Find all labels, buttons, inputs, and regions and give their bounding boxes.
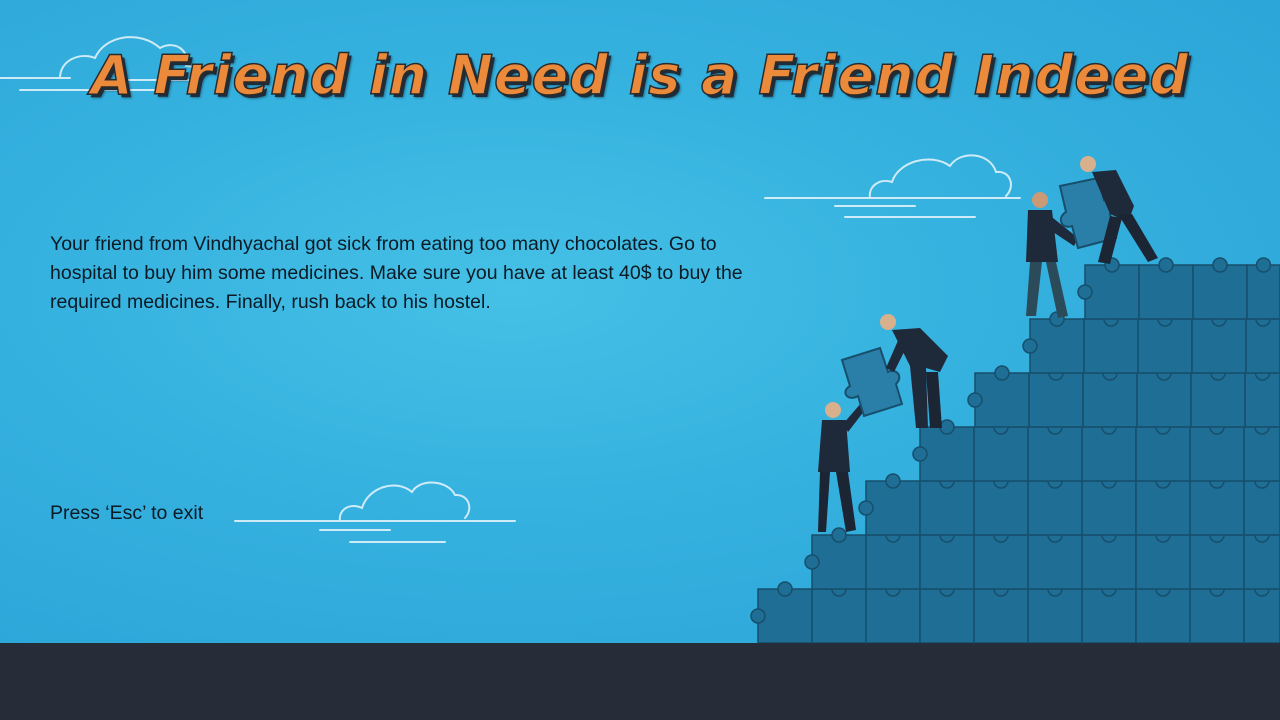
puzzle-piece (1243, 480, 1280, 536)
puzzle-piece (1082, 372, 1138, 428)
puzzle-piece (1189, 426, 1245, 482)
puzzle-piece (973, 480, 1029, 536)
puzzle-piece (865, 588, 921, 643)
puzzle-knob (831, 527, 847, 543)
puzzle-knob (777, 581, 793, 597)
cloud-outline (234, 481, 516, 543)
puzzle-piece (1189, 480, 1245, 536)
puzzle-piece (1243, 426, 1280, 482)
puzzle-piece (1135, 426, 1191, 482)
puzzle-knob (939, 419, 955, 435)
puzzle-piece (865, 480, 921, 536)
puzzle-piece (1137, 318, 1193, 374)
puzzle-knob (885, 473, 901, 489)
puzzle-piece (919, 426, 975, 482)
puzzle-piece (1027, 480, 1083, 536)
puzzle-piece (1189, 534, 1245, 590)
puzzle-knob (1255, 257, 1272, 273)
puzzle-knob (994, 365, 1010, 381)
puzzle-piece (1081, 534, 1137, 590)
puzzle-piece (1135, 534, 1191, 590)
puzzle-piece (1245, 318, 1280, 374)
puzzle-piece (974, 372, 1030, 428)
puzzle-piece (973, 588, 1029, 643)
puzzle-knob (1158, 257, 1174, 273)
puzzle-piece (1191, 318, 1247, 374)
puzzle-piece (1081, 426, 1137, 482)
puzzle-piece (1027, 588, 1083, 643)
puzzle-piece (1246, 264, 1280, 320)
puzzle-piece (1189, 588, 1245, 643)
game-scene: A Friend in Need is a Friend Indeed Your… (0, 0, 1280, 643)
puzzle-piece (1190, 372, 1246, 428)
puzzle-knob (967, 392, 983, 408)
puzzle-knob (858, 500, 874, 516)
puzzle-knob (1212, 257, 1228, 273)
mission-description: Your friend from Vindhyachal got sick fr… (50, 233, 743, 313)
puzzle-piece (1029, 318, 1085, 374)
puzzle-piece (919, 534, 975, 590)
puzzle-knob (750, 608, 766, 624)
puzzle-piece (1244, 372, 1280, 428)
puzzle-piece (919, 588, 975, 643)
puzzle-piece (919, 480, 975, 536)
puzzle-piece (973, 534, 1029, 590)
game-title: A Friend in Need is a Friend Indeed (90, 43, 1190, 108)
puzzle-piece (757, 588, 813, 643)
puzzle-piece (1243, 534, 1280, 590)
puzzle-knob (1022, 338, 1038, 354)
puzzle-piece (1081, 480, 1137, 536)
puzzle-piece (811, 534, 867, 590)
exit-hint: Press ‘Esc’ to exit (50, 502, 204, 524)
puzzle-piece (1084, 264, 1140, 320)
puzzle-piece (1027, 426, 1083, 482)
puzzle-piece (811, 588, 867, 643)
puzzle-piece (865, 534, 921, 590)
puzzle-piece (1136, 372, 1192, 428)
puzzle-piece (1243, 588, 1280, 643)
cloud-outline (764, 154, 1021, 218)
puzzle-piece (1027, 534, 1083, 590)
puzzle-piece (1081, 588, 1137, 643)
puzzle-piece (1192, 264, 1248, 320)
puzzle-piece (1028, 372, 1084, 428)
puzzle-piece (1135, 588, 1191, 643)
puzzle-piece (973, 426, 1029, 482)
puzzle-piece (1135, 480, 1191, 536)
ground-bar (0, 643, 1280, 720)
puzzle-piece (1138, 264, 1194, 320)
puzzle-knob (1077, 284, 1093, 300)
puzzle-knob (912, 446, 928, 462)
puzzle-knob (804, 554, 820, 570)
puzzle-piece (1083, 318, 1139, 374)
